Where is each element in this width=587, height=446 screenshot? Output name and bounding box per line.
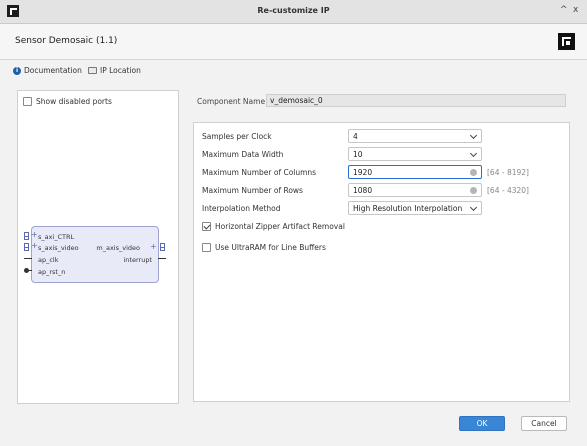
documentation-label: Documentation — [24, 66, 82, 75]
reset-wire — [27, 270, 32, 271]
zipper-removal-toggle[interactable]: Horizontal Zipper Artifact Removal — [202, 222, 345, 231]
port-m-axis-video: m_axis_video — [96, 244, 140, 252]
show-disabled-ports-checkbox[interactable] — [23, 97, 32, 106]
ip-block-symbol: s_axi_CTRL s_axis_video ap_clk ap_rst_n … — [31, 226, 159, 283]
config-panel: Component Name v_demosaic_0 Samples per … — [185, 90, 579, 404]
max-data-width-label: Maximum Data Width — [202, 150, 284, 159]
max-columns-value: 1920 — [353, 168, 373, 177]
max-rows-range: [64 - 4320] — [487, 186, 529, 195]
zipper-removal-label: Horizontal Zipper Artifact Removal — [215, 222, 345, 231]
cancel-button[interactable]: Cancel — [521, 416, 567, 431]
plus-pin-icon: + — [150, 242, 157, 251]
title-bar: Re-customize IP ^ x — [0, 0, 587, 24]
max-rows-label: Maximum Number of Rows — [202, 186, 303, 195]
show-disabled-ports-toggle[interactable]: Show disabled ports — [23, 97, 112, 106]
samples-per-clock-select[interactable]: 4 — [348, 129, 482, 143]
max-rows-value: 1080 — [353, 186, 373, 195]
chevron-down-icon — [469, 203, 478, 212]
clear-icon[interactable] — [470, 169, 477, 176]
ip-title: Sensor Demosaic (1.1) — [15, 36, 118, 46]
interpolation-method-select[interactable]: High Resolution Interpolation — [348, 201, 482, 215]
close-button[interactable]: x — [573, 5, 578, 15]
port-ap-rst-n: ap_rst_n — [38, 268, 66, 276]
component-name-field[interactable]: v_demosaic_0 — [266, 94, 566, 107]
plus-pin-icon: + — [31, 241, 38, 250]
ultraram-label: Use UltraRAM for Line Buffers — [215, 243, 326, 252]
bus-pin-icon — [24, 232, 29, 240]
minimize-button[interactable]: ^ — [560, 5, 568, 15]
parameters-panel: Samples per Clock 4 Maximum Data Width 1… — [193, 122, 570, 402]
interpolation-method-value: High Resolution Interpolation — [353, 204, 463, 213]
chevron-down-icon — [469, 149, 478, 158]
samples-per-clock-value: 4 — [353, 132, 358, 141]
ultraram-checkbox[interactable] — [202, 243, 211, 252]
info-icon: i — [13, 66, 21, 75]
show-disabled-ports-label: Show disabled ports — [36, 97, 112, 106]
max-columns-input[interactable]: 1920 — [348, 165, 482, 179]
port-ap-clk: ap_clk — [38, 256, 59, 264]
bus-pin-icon — [160, 243, 165, 251]
window-title: Re-customize IP — [257, 6, 330, 15]
zipper-removal-checkbox[interactable] — [202, 222, 211, 231]
port-interrupt: interrupt — [123, 256, 153, 264]
max-columns-label: Maximum Number of Columns — [202, 168, 317, 177]
folder-icon — [88, 67, 97, 74]
ok-button[interactable]: OK — [459, 416, 505, 431]
port-s-axis-video: s_axis_video — [38, 244, 79, 252]
samples-per-clock-label: Samples per Clock — [202, 132, 272, 141]
clear-icon[interactable] — [470, 187, 477, 194]
component-name-label: Component Name — [197, 97, 266, 106]
ultraram-toggle[interactable]: Use UltraRAM for Line Buffers — [202, 243, 326, 252]
plus-pin-icon: + — [31, 230, 38, 239]
interpolation-method-label: Interpolation Method — [202, 204, 281, 213]
documentation-link[interactable]: i Documentation — [13, 66, 82, 75]
bus-pin-icon — [24, 243, 29, 251]
port-s-axi-ctrl: s_axi_CTRL — [38, 233, 75, 241]
chevron-down-icon — [469, 131, 478, 140]
max-data-width-select[interactable]: 10 — [348, 147, 482, 161]
max-data-width-value: 10 — [353, 150, 363, 159]
dialog-header: Sensor Demosaic (1.1) — [0, 24, 587, 60]
max-columns-range: [64 - 8192] — [487, 168, 529, 177]
amd-logo-icon — [558, 33, 575, 50]
ip-location-label: IP Location — [100, 66, 141, 75]
ip-location-link[interactable]: IP Location — [88, 66, 141, 75]
interrupt-wire — [158, 258, 166, 259]
clk-wire — [24, 258, 32, 259]
max-rows-input[interactable]: 1080 — [348, 183, 482, 197]
link-bar: i Documentation IP Location — [0, 60, 587, 82]
